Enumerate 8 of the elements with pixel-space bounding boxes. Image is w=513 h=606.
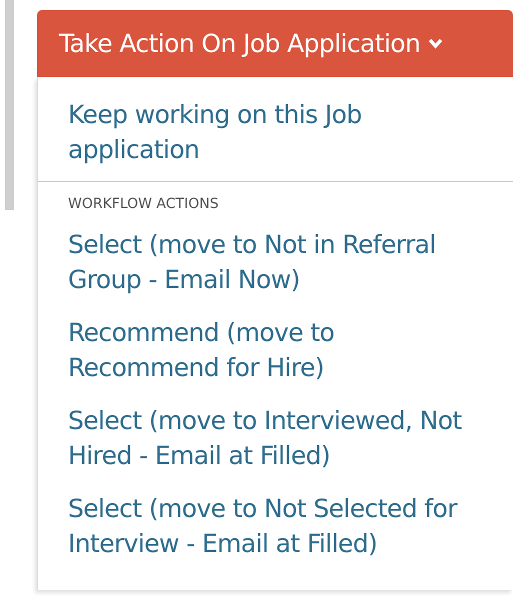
menu-item[interactable]: Select (move to Not in Referral Group - Email Now): [38, 218, 513, 306]
menu-item[interactable]: Select (move to Not Selected for Interview - Email at Filled): [38, 482, 513, 570]
section-header: WORKFLOW ACTIONS: [67, 195, 220, 214]
chevron-down-icon: [428, 38, 444, 49]
take-action-button[interactable]: Take Action On Job Application: [37, 10, 513, 77]
menu-item[interactable]: Recommend (move to Recommend for Hire): [38, 306, 513, 394]
menu-item[interactable]: Keep working on this Job application: [38, 77, 513, 181]
menu-item[interactable]: Select (move to Interviewed, Not Hired - Email at Filled): [38, 394, 513, 482]
